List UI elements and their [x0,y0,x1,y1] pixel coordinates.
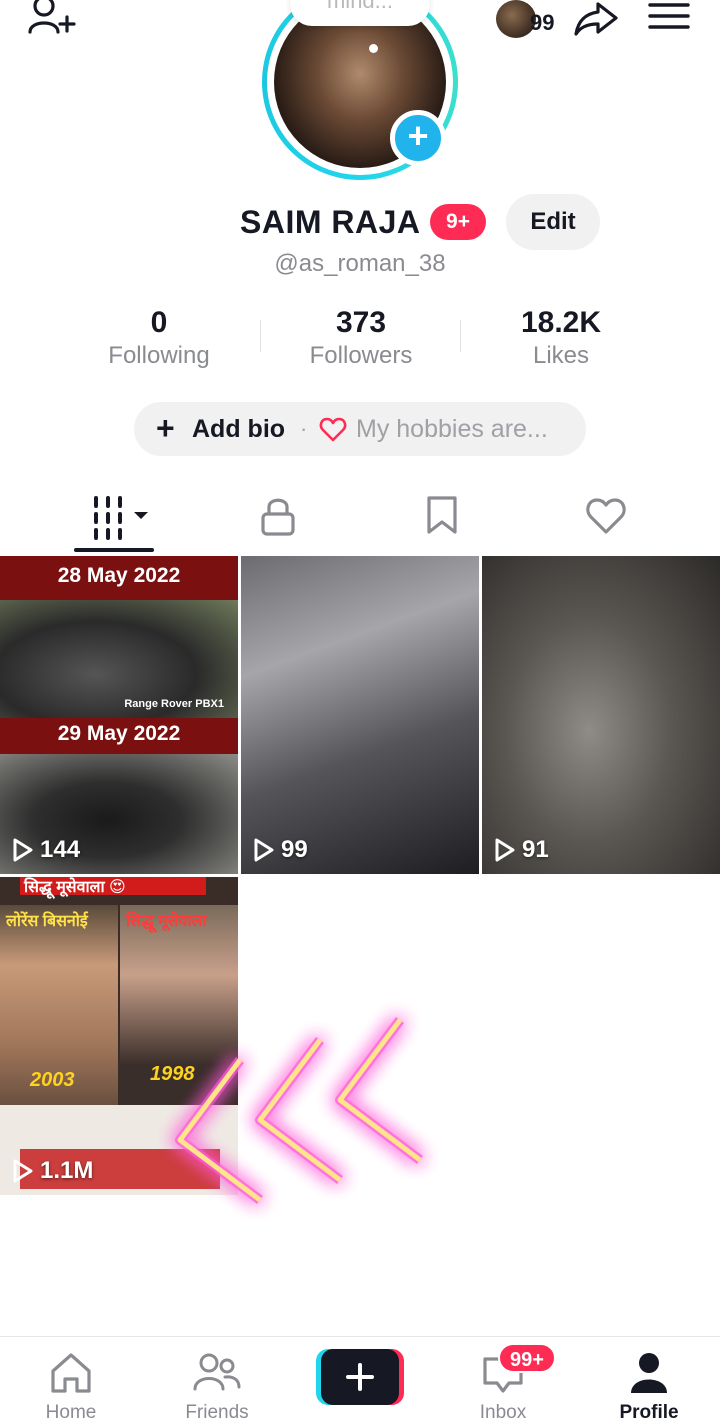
thumb-caption: Range Rover PBX1 [124,698,224,710]
stat-followers[interactable]: 373 Followers [261,306,461,370]
nav-friends-label: Friends [185,1402,249,1420]
stat-label: Likes [532,342,590,369]
nav-profile[interactable]: Profile [594,1351,704,1420]
edit-profile-button[interactable]: Edit [506,194,600,250]
bio-hint: My hobbies are... [356,415,548,443]
thumb-banner-text: सिद्धू मूसेवाला 😍 [24,879,126,896]
lock-icon[interactable] [258,488,298,552]
view-count-value: 99 [281,836,308,863]
username: @as_roman_38 [274,250,446,277]
nav-home[interactable]: Home [16,1351,126,1420]
grid-videos-icon[interactable] [90,488,154,552]
story-count: 99 [530,10,555,35]
view-count: 91 [494,836,549,864]
thumb-left-label: लोरेंस बिसनोई [6,913,88,930]
stat-likes[interactable]: 18.2K Likes [461,306,661,370]
add-friend-icon[interactable] [26,0,78,40]
add-bio-button[interactable]: + Add bio · My hobbies are... [134,402,586,456]
thumb-year-left: 2003 [30,1069,75,1091]
view-count: 144 [12,836,80,864]
thumb-right-label: सिद्धू मूसेवाला [126,913,207,930]
thought-bubble-tail [369,44,378,53]
thumb-date-bottom: 29 May 2022 [57,722,181,745]
thumb-date-top: 28 May 2022 [57,564,181,587]
view-count: 1.1M [12,1157,93,1185]
neon-chevrons-overlay [175,1017,423,1204]
add-bio-label: Add bio [192,415,286,443]
video-thumbnail[interactable]: 91 [482,556,720,874]
stat-following[interactable]: 0 Following [59,306,259,370]
friends-icon [193,1353,241,1391]
nav-inbox-label: Inbox [479,1402,527,1420]
nav-home-label: Home [45,1402,97,1420]
thought-bubble[interactable]: mind... [290,0,430,26]
heart-outline-icon[interactable] [584,488,628,552]
play-icon [13,1159,33,1183]
name-row: SAIM RAJA 9+ Edit [0,194,720,250]
home-icon [51,1353,91,1393]
heart-icon [319,417,347,442]
share-icon[interactable] [572,0,620,38]
play-icon [495,838,515,862]
notification-badge[interactable]: 9+ [430,204,486,240]
nav-friends[interactable]: Friends [162,1351,272,1420]
stat-value: 373 [335,306,387,339]
stat-label: Followers [309,342,413,369]
create-button[interactable] [316,1349,404,1405]
stat-value: 0 [150,306,168,339]
stat-label: Following [108,342,210,369]
profile-icon [631,1353,667,1393]
play-icon [254,838,274,862]
view-count: 99 [253,836,308,864]
view-count-value: 1.1M [40,1157,94,1184]
display-name: SAIM RAJA [240,204,421,240]
menu-icon[interactable] [648,2,690,32]
stat-value: 18.2K [520,306,602,339]
view-count-value: 144 [40,836,81,863]
bottom-navigation: Home Friends Inbox 99+ Profile [0,1336,720,1420]
video-thumbnail[interactable]: 28 May 2022 Range Rover PBX1 29 May 2022… [0,556,238,874]
nav-profile-label: Profile [619,1402,679,1420]
video-thumbnail[interactable]: 99 [241,556,479,874]
plus-icon: + [156,410,175,446]
add-story-button[interactable]: + [390,110,446,166]
bookmark-icon[interactable] [424,488,460,552]
inbox-badge: 99+ [498,1343,556,1373]
play-icon [13,838,33,862]
view-count-value: 91 [522,836,549,863]
bio-separator: · [300,416,308,441]
active-tab-indicator [74,548,154,552]
